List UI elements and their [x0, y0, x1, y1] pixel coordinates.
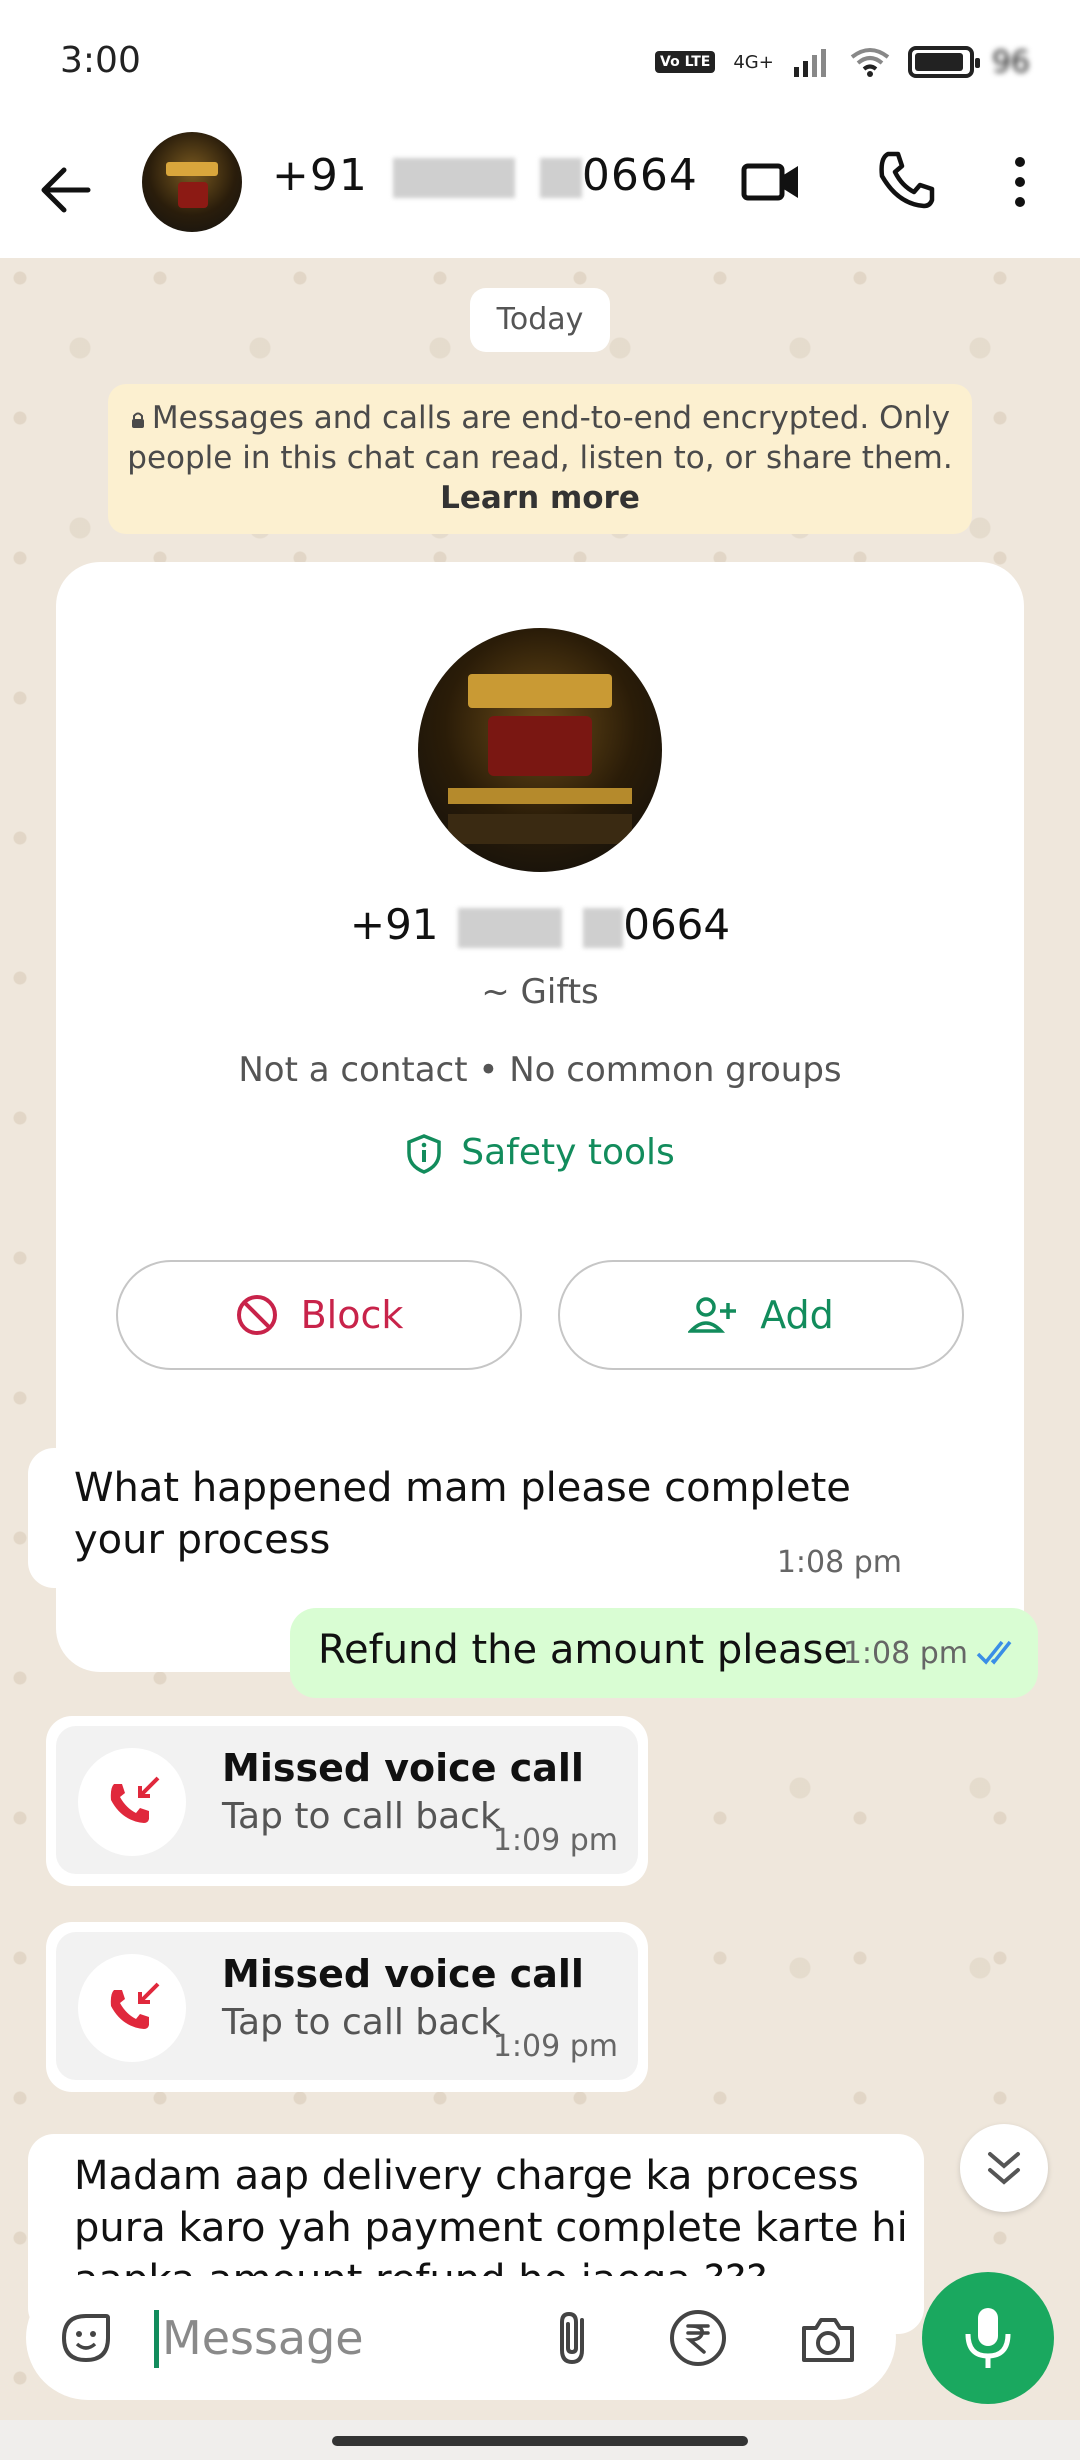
block-icon — [236, 1295, 277, 1335]
add-label: Add — [760, 1293, 834, 1337]
profile-about: ~ Gifts — [481, 972, 599, 1012]
chat-header: +91 0664 — [0, 120, 1080, 260]
call-subtitle: Tap to call back — [222, 1796, 501, 1837]
battery-percent: 96 — [991, 44, 1030, 80]
contact-suffix: 0664 — [581, 150, 698, 201]
missed-call-icon — [110, 1776, 160, 1823]
add-person-icon — [688, 1297, 737, 1333]
voice-call-icon[interactable] — [874, 148, 938, 212]
learn-more-link[interactable]: Learn more — [108, 478, 972, 518]
contact-prefix: +91 — [272, 150, 368, 201]
message-bubble-incoming[interactable]: What happened mam please complete your p… — [28, 1448, 924, 1588]
message-time: 1:08 pm — [776, 1545, 902, 1580]
mic-icon — [965, 2308, 1011, 2368]
missed-call-icon — [110, 1982, 160, 2029]
message-bubble-outgoing[interactable]: Refund the amount please 1:08 pm — [290, 1608, 1038, 1698]
missed-call-bubble[interactable]: Missed voice call Tap to call back 1:09 … — [46, 1922, 648, 2092]
mic-button[interactable] — [922, 2272, 1054, 2404]
encryption-notice[interactable]: Messages and calls are end-to-end encryp… — [108, 384, 972, 534]
profile-phone-suffix: 0664 — [623, 900, 731, 949]
status-icons: Vo LTE 4G+ 96 — [655, 40, 1030, 84]
message-composer — [26, 2276, 896, 2400]
shield-icon — [407, 1134, 441, 1174]
contact-name[interactable]: +91 0664 — [272, 150, 698, 201]
add-contact-button[interactable]: Add — [558, 1260, 964, 1370]
profile-phone-prefix: +91 — [349, 900, 439, 949]
wifi-icon — [850, 48, 890, 77]
call-subtitle: Tap to call back — [222, 2002, 501, 2043]
contact-avatar[interactable] — [142, 132, 242, 232]
lock-icon — [131, 412, 144, 428]
sticker-emoji-icon[interactable] — [56, 2308, 116, 2368]
scroll-to-bottom-button[interactable] — [960, 2124, 1048, 2212]
read-receipt-icon — [976, 1640, 1012, 1665]
back-arrow-icon[interactable] — [38, 160, 94, 220]
safety-tools-link[interactable]: Safety tools — [56, 1132, 1024, 1175]
profile-avatar[interactable] — [418, 628, 662, 872]
date-chip: Today — [470, 288, 610, 352]
video-call-icon[interactable] — [740, 150, 804, 214]
attach-icon[interactable] — [542, 2306, 606, 2370]
redacted-digits — [539, 158, 582, 198]
block-label: Block — [300, 1293, 404, 1337]
message-time: 1:08 pm — [842, 1636, 968, 1671]
network-4g-label: 4G+ — [733, 51, 774, 73]
profile-actions: Block Add — [116, 1260, 964, 1370]
camera-icon[interactable] — [796, 2308, 860, 2372]
redacted-digits — [392, 158, 515, 198]
profile-meta: Not a contact • No common groups — [238, 1050, 842, 1090]
payment-rupee-icon[interactable] — [666, 2306, 730, 2370]
missed-call-bubble[interactable]: Missed voice call Tap to call back 1:09 … — [46, 1716, 648, 1886]
call-time: 1:09 pm — [492, 1823, 618, 1858]
profile-phone: +91 0664 — [56, 900, 1024, 949]
double-chevron-down-icon — [988, 2152, 1020, 2185]
message-input[interactable] — [150, 2304, 530, 2372]
home-indicator[interactable] — [332, 2436, 748, 2446]
encryption-text: Messages and calls are end-to-end encryp… — [127, 400, 953, 476]
call-title: Missed voice call — [222, 1746, 584, 1790]
volte-icon: Vo LTE — [655, 51, 716, 73]
more-vert-icon[interactable] — [1000, 150, 1040, 214]
redacted-digits — [457, 907, 562, 948]
status-bar: 3:00 Vo LTE 4G+ 96 — [0, 0, 1080, 120]
signal-icon — [793, 49, 826, 77]
redacted-digits — [583, 907, 624, 948]
call-title: Missed voice call — [222, 1952, 584, 1996]
message-text: Refund the amount please — [318, 1627, 848, 1673]
block-button[interactable]: Block — [116, 1260, 522, 1370]
status-time: 3:00 — [60, 40, 141, 81]
call-time: 1:09 pm — [492, 2029, 618, 2064]
safety-tools-label: Safety tools — [461, 1132, 675, 1173]
battery-icon — [907, 46, 980, 78]
chat-area[interactable]: Today Messages and calls are end-to-end … — [0, 258, 1080, 2420]
